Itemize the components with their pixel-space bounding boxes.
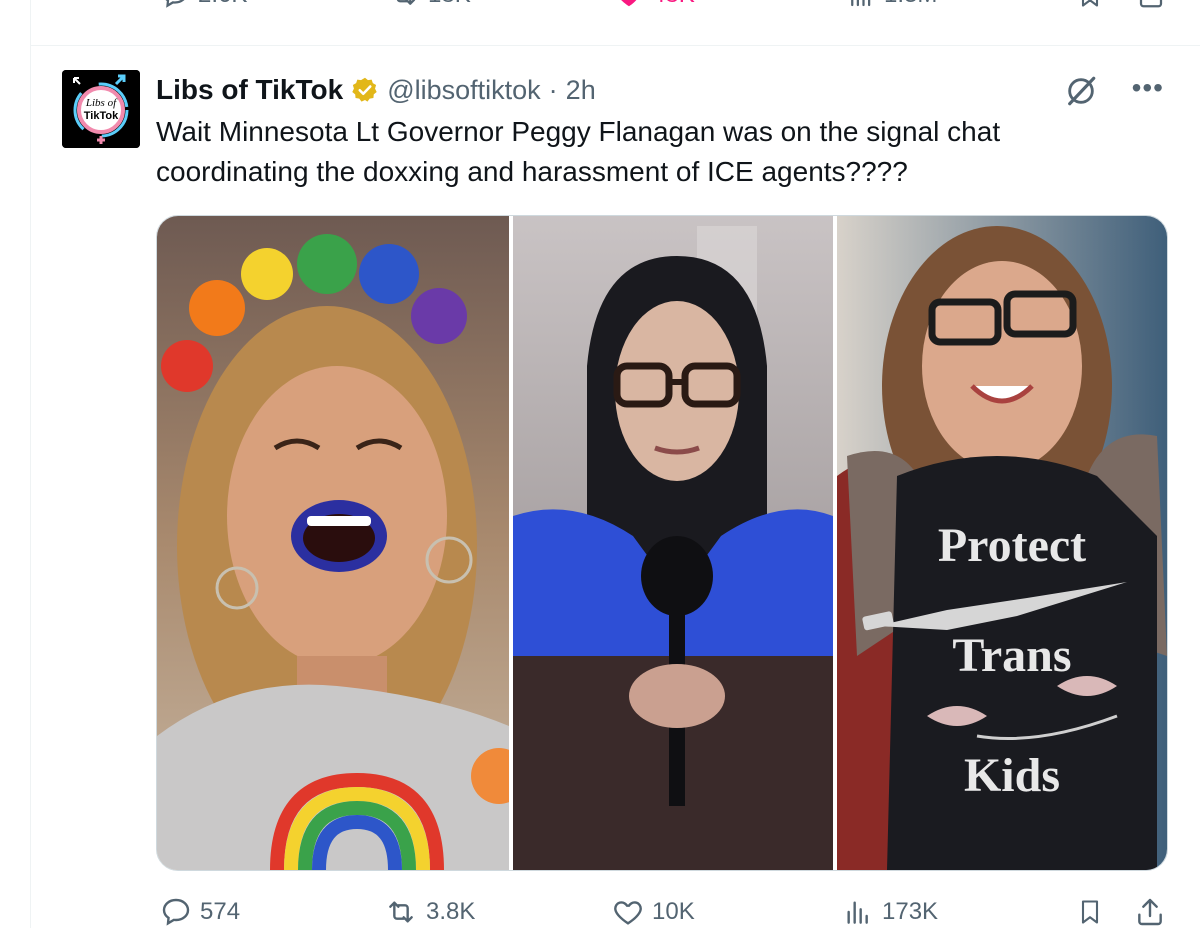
- repost-icon: [397, 0, 416, 5]
- avatar-image: Libs of TikTok: [62, 70, 140, 148]
- reply-button[interactable]: 574: [160, 896, 240, 928]
- photo-panel-2: [513, 216, 833, 870]
- timeline-left-border: [30, 0, 31, 928]
- tweet-header: Libs of TikTok @libsoftiktok · 2h: [156, 70, 596, 110]
- reply-count: 574: [200, 898, 241, 925]
- grok-icon[interactable]: [1064, 74, 1098, 113]
- repost-button[interactable]: 3.8K: [384, 896, 475, 928]
- repost-count: 3.8K: [426, 898, 476, 925]
- previous-repost-count: 18K: [428, 0, 471, 9]
- views-button[interactable]: 173K: [842, 896, 938, 928]
- avatar-line-1: Libs of: [85, 97, 118, 109]
- tweet-actions: 574 3.8K 10K 173K: [160, 896, 1190, 928]
- panel-separator-1: [509, 216, 513, 870]
- shirt-text-kids: Kids: [964, 749, 1060, 802]
- share-button[interactable]: [1134, 896, 1166, 928]
- tweet-divider: [30, 45, 1200, 46]
- shirt-text-trans: Trans: [952, 629, 1071, 682]
- share-icon: [1139, 0, 1163, 8]
- author-name[interactable]: Libs of TikTok: [156, 74, 343, 106]
- previous-tweet-actions: 2.6K 18K 48K 1.3M: [160, 0, 1190, 20]
- panel-separator-2: [833, 216, 837, 870]
- previous-like-count: 48K: [652, 0, 695, 9]
- photo-panel-3: Protect Trans Kids: [837, 216, 1167, 870]
- header-separator: ·: [548, 74, 558, 105]
- previous-bookmark-button[interactable]: [1076, 0, 1104, 10]
- bookmark-icon: [1081, 900, 1099, 924]
- views-icon: [847, 901, 868, 924]
- repost-icon: [389, 901, 413, 923]
- view-count: 173K: [882, 898, 939, 925]
- heart-icon: [621, 0, 637, 7]
- timeline: 2.6K 18K 48K 1.3M Libs of: [0, 0, 1200, 928]
- tweet-top-controls: •••: [1064, 73, 1164, 113]
- photo-panel-1: [157, 216, 527, 870]
- bookmark-icon: [1081, 0, 1099, 7]
- previous-reply-button[interactable]: 2.6K: [160, 0, 247, 10]
- author-handle[interactable]: @libsoftiktok: [387, 75, 540, 106]
- previous-like-button[interactable]: 48K: [614, 0, 695, 10]
- previous-reply-count: 2.6K: [198, 0, 247, 9]
- views-icon: [851, 0, 871, 7]
- tweet-photo-collage: Protect Trans Kids: [157, 216, 1167, 870]
- previous-view-count: 1.3M: [884, 0, 937, 9]
- shirt-text-protect: Protect: [938, 519, 1086, 572]
- like-count: 10K: [652, 898, 695, 925]
- previous-repost-button[interactable]: 18K: [388, 0, 471, 10]
- like-button[interactable]: 10K: [612, 896, 695, 928]
- previous-share-button[interactable]: [1136, 0, 1166, 10]
- more-icon[interactable]: •••: [1132, 73, 1164, 102]
- reply-icon: [162, 898, 190, 926]
- tweet-media[interactable]: Protect Trans Kids: [156, 215, 1168, 871]
- share-icon: [1138, 898, 1162, 926]
- reply-icon: [165, 0, 185, 8]
- previous-views-button[interactable]: 1.3M: [846, 0, 937, 10]
- bookmark-button[interactable]: [1076, 896, 1104, 928]
- tweet-text: Wait Minnesota Lt Governor Peggy Flanaga…: [156, 116, 1001, 187]
- avatar[interactable]: Libs of TikTok: [62, 70, 140, 148]
- verified-badge-icon[interactable]: [351, 76, 379, 104]
- avatar-line-2: TikTok: [84, 110, 119, 122]
- tweet-timestamp[interactable]: 2h: [566, 75, 596, 106]
- heart-icon: [614, 901, 642, 925]
